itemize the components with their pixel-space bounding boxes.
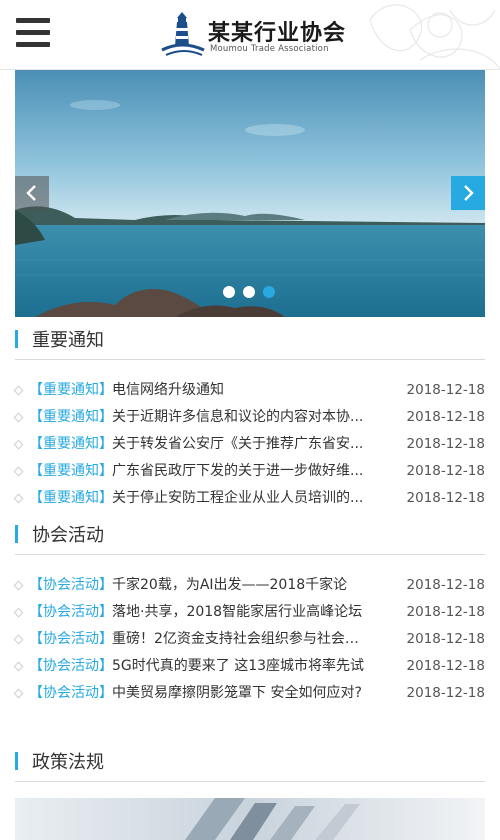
prev-slide-button[interactable] <box>15 176 49 210</box>
policy-feature-image[interactable] <box>15 798 485 840</box>
diamond-bullet-icon <box>13 385 24 396</box>
news-date: 2018-12-18 <box>406 490 485 506</box>
news-title-link[interactable]: 关于转发省公安厅《关于推荐广东省安... <box>112 431 372 458</box>
carousel-dot[interactable] <box>243 286 255 298</box>
section-accent-bar <box>15 330 18 348</box>
policy-photo <box>15 798 485 840</box>
news-title-link[interactable]: 关于停止安防工程企业从业人员培训的... <box>112 485 372 512</box>
news-title-link[interactable]: 5G时代真的要来了 这13座城市将率先试 <box>112 653 372 680</box>
category-tag[interactable]: 【协会活动】 <box>29 626 113 653</box>
category-tag[interactable]: 【协会活动】 <box>29 599 113 626</box>
menu-button[interactable] <box>16 18 50 48</box>
diamond-bullet-icon <box>13 412 24 423</box>
news-date: 2018-12-18 <box>406 463 485 479</box>
news-title-link[interactable]: 中美贸易摩擦阴影笼罩下 安全如何应对? <box>112 680 372 707</box>
category-tag[interactable]: 【重要通知】 <box>29 431 113 458</box>
diamond-bullet-icon <box>13 493 24 504</box>
logo-subtitle: Moumou Trade Association <box>210 44 329 54</box>
list-item[interactable]: 【重要通知】 关于转发省公安厅《关于推荐广东省安... 2018-12-18 <box>13 431 485 458</box>
news-title-link[interactable]: 重磅！2亿资金支持社会组织参与社会服... <box>112 626 372 653</box>
section-accent-bar <box>15 752 18 770</box>
logo[interactable]: 某某行业协会 Moumou Trade Association <box>158 10 348 58</box>
section-activity-header: 协会活动 <box>15 515 485 555</box>
lighthouse-logo-icon <box>161 12 205 56</box>
carousel-dot-active[interactable] <box>263 286 275 298</box>
diamond-bullet-icon <box>13 580 24 591</box>
list-item[interactable]: 【重要通知】 关于近期许多信息和议论的内容对本协... 2018-12-18 <box>13 404 485 431</box>
category-tag[interactable]: 【重要通知】 <box>29 458 113 485</box>
news-date: 2018-12-18 <box>406 685 485 701</box>
chevron-right-icon <box>464 185 474 201</box>
news-date: 2018-12-18 <box>406 436 485 452</box>
section-title[interactable]: 协会活动 <box>32 521 104 547</box>
hamburger-menu-icon <box>16 18 50 23</box>
section-title[interactable]: 重要通知 <box>32 326 104 352</box>
diamond-bullet-icon <box>13 439 24 450</box>
header: 某某行业协会 Moumou Trade Association <box>0 0 500 70</box>
list-item[interactable]: 【重要通知】 关于停止安防工程企业从业人员培训的... 2018-12-18 <box>13 485 485 512</box>
list-item[interactable]: 【协会活动】 重磅！2亿资金支持社会组织参与社会服... 2018-12-18 <box>13 626 485 653</box>
seascape-image <box>15 70 485 317</box>
news-title-link[interactable]: 落地·共享，2018智能家居行业高峰论坛 <box>112 599 372 626</box>
diamond-bullet-icon <box>13 634 24 645</box>
section-policy-header: 政策法规 <box>15 742 485 782</box>
category-tag[interactable]: 【重要通知】 <box>29 404 113 431</box>
activity-list: 【协会活动】 千家20载，为AI出发——2018千家论 2018-12-18 【… <box>13 572 485 707</box>
news-title-link[interactable]: 电信网络升级通知 <box>112 377 372 404</box>
next-slide-button[interactable] <box>451 176 485 210</box>
carousel-dot[interactable] <box>223 286 235 298</box>
section-notice-header: 重要通知 <box>15 320 485 360</box>
diamond-bullet-icon <box>13 688 24 699</box>
banner-carousel[interactable] <box>15 70 485 317</box>
news-title-link[interactable]: 关于近期许多信息和议论的内容对本协... <box>112 404 372 431</box>
carousel-dots <box>223 286 275 298</box>
news-date: 2018-12-18 <box>406 382 485 398</box>
news-date: 2018-12-18 <box>406 604 485 620</box>
diamond-bullet-icon <box>13 466 24 477</box>
chevron-left-icon <box>26 185 36 201</box>
list-item[interactable]: 【协会活动】 5G时代真的要来了 这13座城市将率先试 2018-12-18 <box>13 653 485 680</box>
news-title-link[interactable]: 千家20载，为AI出发——2018千家论 <box>112 572 372 599</box>
news-title-link[interactable]: 广东省民政厅下发的关于进一步做好维... <box>112 458 372 485</box>
news-date: 2018-12-18 <box>406 658 485 674</box>
news-date: 2018-12-18 <box>406 631 485 647</box>
category-tag[interactable]: 【重要通知】 <box>29 485 113 512</box>
list-item[interactable]: 【协会活动】 中美贸易摩擦阴影笼罩下 安全如何应对? 2018-12-18 <box>13 680 485 707</box>
list-item[interactable]: 【协会活动】 落地·共享，2018智能家居行业高峰论坛 2018-12-18 <box>13 599 485 626</box>
list-item[interactable]: 【协会活动】 千家20载，为AI出发——2018千家论 2018-12-18 <box>13 572 485 599</box>
list-item[interactable]: 【重要通知】 广东省民政厅下发的关于进一步做好维... 2018-12-18 <box>13 458 485 485</box>
section-accent-bar <box>15 525 18 543</box>
list-item[interactable]: 【重要通知】 电信网络升级通知 2018-12-18 <box>13 377 485 404</box>
category-tag[interactable]: 【协会活动】 <box>29 572 113 599</box>
news-date: 2018-12-18 <box>406 577 485 593</box>
category-tag[interactable]: 【协会活动】 <box>29 680 113 707</box>
diamond-bullet-icon <box>13 661 24 672</box>
category-tag[interactable]: 【重要通知】 <box>29 377 113 404</box>
notice-list: 【重要通知】 电信网络升级通知 2018-12-18 【重要通知】 关于近期许多… <box>13 377 485 512</box>
diamond-bullet-icon <box>13 607 24 618</box>
category-tag[interactable]: 【协会活动】 <box>29 653 113 680</box>
logo-title: 某某行业协会 <box>208 21 347 46</box>
news-date: 2018-12-18 <box>406 409 485 425</box>
section-title[interactable]: 政策法规 <box>32 748 104 774</box>
